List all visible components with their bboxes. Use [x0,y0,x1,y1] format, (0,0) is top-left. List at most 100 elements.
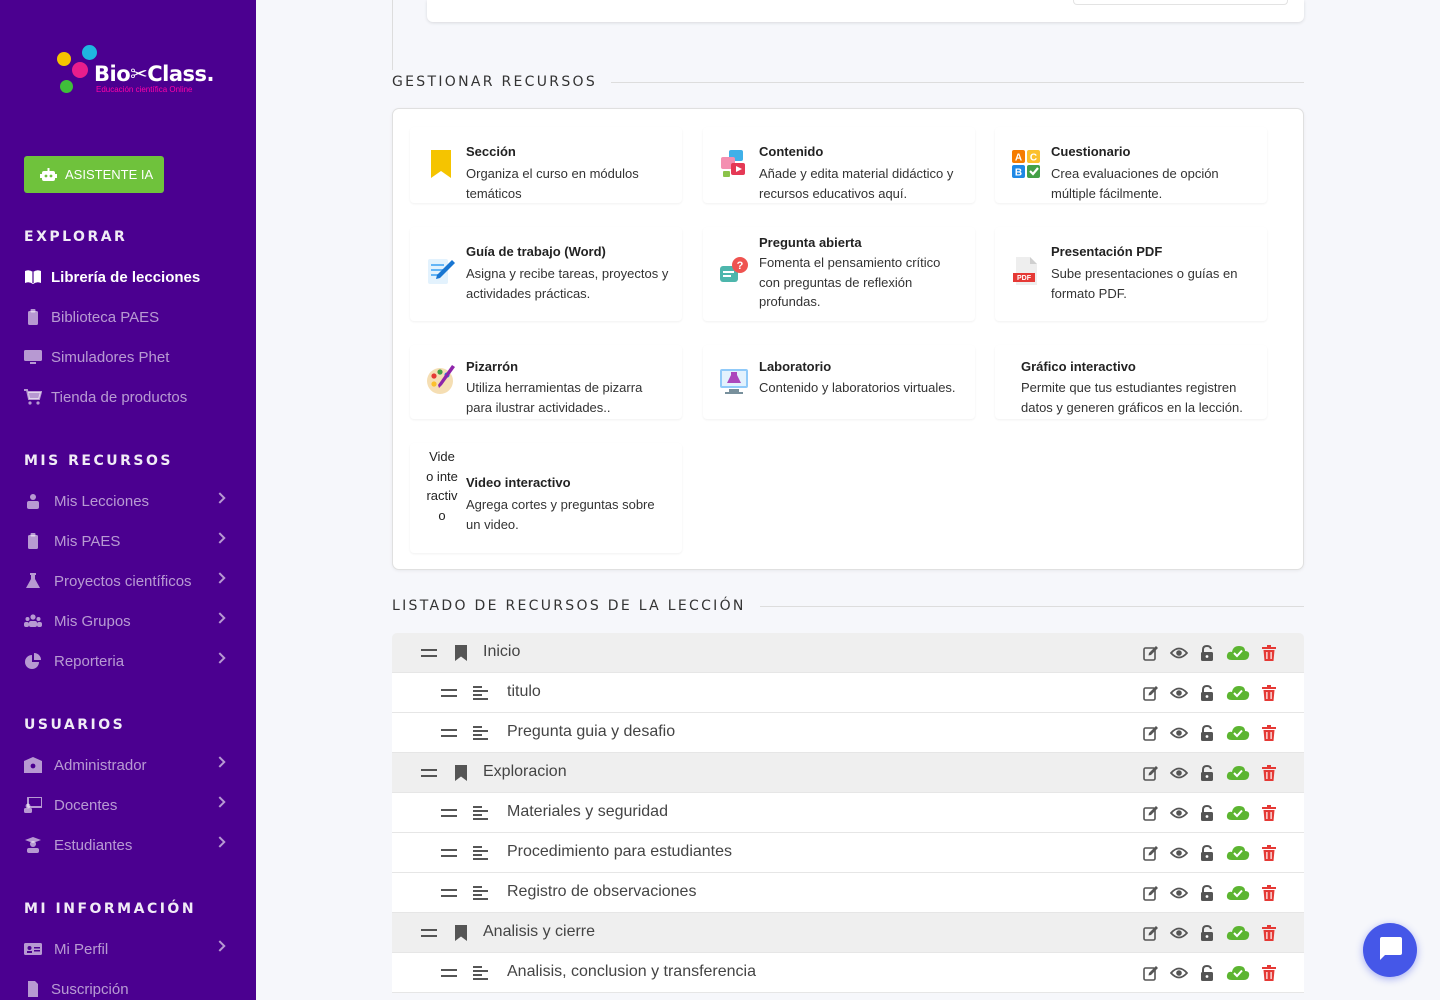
unlock-icon[interactable] [1198,964,1216,982]
ai-assistant-button[interactable]: ASISTENTE IA [24,156,164,193]
eye-icon[interactable] [1170,644,1188,662]
resource-laboratorio[interactable]: Laboratorio Contenido y laboratorios vir… [703,345,975,419]
trash-icon[interactable] [1260,684,1278,702]
eye-icon[interactable] [1170,724,1188,742]
nav-mi-perfil[interactable]: Mi Perfil [24,934,232,964]
resource-row[interactable]: Analisis, conclusion y transferencia [392,953,1304,993]
resource-seccion[interactable]: Sección Organiza el curso en módulos tem… [410,127,682,203]
section-row[interactable]: Exploracion [392,753,1304,793]
chevron-right-icon [214,756,226,768]
nav-simuladores-phet[interactable]: Simuladores Phet [24,342,232,372]
resource-row[interactable]: Materiales y seguridad [392,793,1304,833]
nav-proyectos-cientificos[interactable]: Proyectos científicos [24,566,232,596]
cloud-check-icon[interactable] [1226,764,1250,782]
nav-reporteria[interactable]: Reporteria [24,646,232,676]
chevron-right-icon [214,940,226,952]
nav-docentes[interactable]: Docentes [24,790,232,820]
edit-icon[interactable] [1142,684,1160,702]
eye-icon[interactable] [1170,804,1188,822]
unlock-icon[interactable] [1198,644,1216,662]
trash-icon[interactable] [1260,964,1278,982]
lesson-resource-list: Inicio titulo Pregunta guia y desafio Explo… [392,633,1304,993]
nav-mis-lecciones[interactable]: Mis Lecciones [24,486,232,516]
drag-handle-icon[interactable] [441,889,457,897]
trash-icon[interactable] [1260,884,1278,902]
edit-icon[interactable] [1142,844,1160,862]
cloud-check-icon[interactable] [1226,884,1250,902]
eye-icon[interactable] [1170,764,1188,782]
eye-icon[interactable] [1170,924,1188,942]
drag-handle-icon[interactable] [441,729,457,737]
drag-handle-icon[interactable] [421,649,437,657]
unlock-icon[interactable] [1198,684,1216,702]
section-mi-informacion: MI INFORMACIÓN [24,901,197,917]
trash-icon[interactable] [1260,844,1278,862]
section-row[interactable]: Analisis y cierre [392,913,1304,953]
unlock-icon[interactable] [1198,804,1216,822]
trash-icon[interactable] [1260,764,1278,782]
nav-administrador[interactable]: Administrador [24,750,232,780]
nav-mis-grupos[interactable]: Mis Grupos [24,606,232,636]
pdf-file-icon: PDF [1011,256,1041,286]
trash-icon[interactable] [1260,724,1278,742]
logo-bubble-cyan [82,45,97,60]
cloud-check-icon[interactable] [1226,964,1250,982]
section-row[interactable]: Inicio [392,633,1304,673]
resource-row[interactable]: titulo [392,673,1304,713]
drag-handle-icon[interactable] [441,689,457,697]
resource-grafico-interactivo[interactable]: Gráfico interactivo Permite que tus estu… [995,345,1267,419]
cloud-check-icon[interactable] [1226,804,1250,822]
edit-icon[interactable] [1142,724,1160,742]
trash-icon[interactable] [1260,804,1278,822]
top-input-field[interactable] [1073,0,1288,5]
cloud-check-icon[interactable] [1226,724,1250,742]
resource-pizarron[interactable]: Pizarrón Utiliza herramientas de pizarra… [410,345,682,419]
resource-cuestionario[interactable]: ACB Cuestionario Crea evaluaciones de op… [995,127,1267,203]
eye-icon[interactable] [1170,844,1188,862]
resource-row[interactable]: Pregunta guia y desafio [392,713,1304,753]
unlock-icon[interactable] [1198,724,1216,742]
cloud-check-icon[interactable] [1226,644,1250,662]
unlock-icon[interactable] [1198,764,1216,782]
edit-icon[interactable] [1142,964,1160,982]
resource-guia-trabajo[interactable]: Guía de trabajo (Word) Asigna y recibe t… [410,227,682,321]
bioclass-logo[interactable]: Bio✂Class. Educación científica Online [54,42,215,100]
resource-title: Contenido [759,144,824,159]
cloud-check-icon[interactable] [1226,924,1250,942]
drag-handle-icon[interactable] [441,809,457,817]
eye-icon[interactable] [1170,964,1188,982]
nav-tienda-productos[interactable]: Tienda de productos [24,382,232,412]
drag-handle-icon[interactable] [421,769,437,777]
nav-label: Mis Lecciones [54,492,150,510]
trash-icon[interactable] [1260,924,1278,942]
unlock-icon[interactable] [1198,884,1216,902]
edit-icon[interactable] [1142,804,1160,822]
edit-icon[interactable] [1142,644,1160,662]
nav-estudiantes[interactable]: Estudiantes [24,830,232,860]
nav-biblioteca-paes[interactable]: Biblioteca PAES [24,302,232,332]
cloud-check-icon[interactable] [1226,844,1250,862]
edit-icon[interactable] [1142,924,1160,942]
edit-icon[interactable] [1142,764,1160,782]
chat-button[interactable] [1363,923,1417,977]
resource-video-interactivo[interactable]: Video interactivo Video interactivo Agre… [410,443,682,553]
resource-presentacion-pdf[interactable]: PDF Presentación PDF Sube presentaciones… [995,227,1267,321]
resource-pregunta-abierta[interactable]: ? Pregunta abierta Fomenta el pensamient… [703,227,975,321]
svg-text:PDF: PDF [1017,275,1032,282]
nav-libreria-lecciones[interactable]: Librería de lecciones [24,262,232,292]
cloud-check-icon[interactable] [1226,684,1250,702]
drag-handle-icon[interactable] [421,929,437,937]
resource-row[interactable]: Registro de observaciones [392,873,1304,913]
trash-icon[interactable] [1260,644,1278,662]
eye-icon[interactable] [1170,884,1188,902]
unlock-icon[interactable] [1198,844,1216,862]
nav-mis-paes[interactable]: Mis PAES [24,526,232,556]
unlock-icon[interactable] [1198,924,1216,942]
nav-suscripcion[interactable]: Suscripción [24,974,232,1000]
drag-handle-icon[interactable] [441,969,457,977]
eye-icon[interactable] [1170,684,1188,702]
edit-icon[interactable] [1142,884,1160,902]
resource-contenido[interactable]: Contenido Añade y edita material didácti… [703,127,975,203]
drag-handle-icon[interactable] [441,849,457,857]
resource-row[interactable]: Procedimiento para estudiantes [392,833,1304,873]
